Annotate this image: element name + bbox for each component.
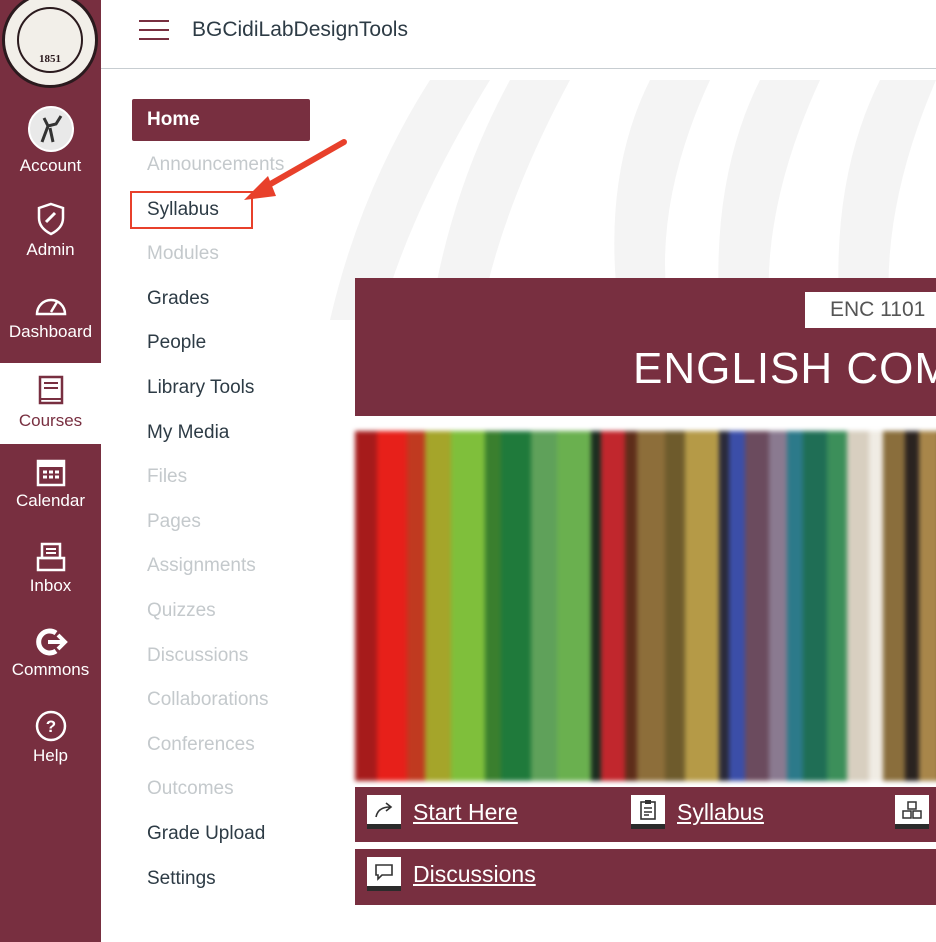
course-nav-files[interactable]: Files bbox=[132, 456, 187, 498]
nav-label: Courses bbox=[18, 411, 83, 430]
course-nav-outcomes[interactable]: Outcomes bbox=[132, 768, 234, 810]
start-here-button[interactable]: Start Here bbox=[367, 795, 518, 829]
course-title: ENGLISH COMI bbox=[633, 344, 936, 393]
shield-icon bbox=[37, 202, 64, 236]
nav-label: Admin bbox=[26, 240, 75, 259]
course-banner: ENC 1101 ENGLISH COMI bbox=[355, 278, 936, 416]
course-nav-modules[interactable]: Modules bbox=[132, 233, 219, 275]
course-nav-pages[interactable]: Pages bbox=[132, 501, 201, 543]
hamburger-menu-icon[interactable] bbox=[139, 20, 169, 40]
discussions-label: Discussions bbox=[413, 860, 536, 887]
quick-links-bar: Start Here Syllabus bbox=[355, 787, 936, 842]
nav-label: Inbox bbox=[29, 576, 72, 595]
header-bar: BGCidiLabDesignTools bbox=[101, 0, 936, 69]
course-nav-grades[interactable]: Grades bbox=[132, 278, 209, 320]
nav-label: Help bbox=[33, 746, 68, 765]
nav-account[interactable]: Account bbox=[0, 106, 101, 176]
course-nav-collaborations[interactable]: Collaborations bbox=[132, 679, 268, 721]
course-nav-conferences[interactable]: Conferences bbox=[132, 724, 255, 766]
comment-icon bbox=[367, 857, 401, 891]
course-nav-my-media[interactable]: My Media bbox=[132, 412, 229, 454]
course-nav-library-tools[interactable]: Library Tools bbox=[132, 367, 254, 409]
nav-calendar[interactable]: Calendar bbox=[0, 457, 101, 511]
modules-button[interactable] bbox=[895, 795, 929, 829]
course-nav-assignments[interactable]: Assignments bbox=[132, 545, 256, 587]
avatar-icon bbox=[27, 106, 74, 152]
syllabus-button[interactable]: Syllabus bbox=[631, 795, 764, 829]
syllabus-label: Syllabus bbox=[677, 798, 764, 825]
course-nav-discussions[interactable]: Discussions bbox=[132, 635, 248, 677]
calendar-icon bbox=[36, 459, 65, 487]
modules-icon bbox=[895, 795, 929, 829]
clipboard-icon bbox=[631, 795, 665, 829]
course-nav-people[interactable]: People bbox=[132, 322, 206, 364]
nav-dashboard[interactable]: Dashboard bbox=[0, 292, 101, 342]
course-nav-grade-upload[interactable]: Grade Upload bbox=[132, 813, 265, 855]
course-code: ENC 1101 bbox=[805, 292, 936, 328]
book-icon bbox=[38, 375, 63, 405]
breadcrumb-course[interactable]: BGCidiLabDesignTools bbox=[192, 18, 408, 42]
course-nav-quizzes[interactable]: Quizzes bbox=[132, 590, 216, 632]
start-here-label: Start Here bbox=[413, 798, 518, 825]
speedometer-icon bbox=[35, 298, 66, 316]
help-icon: ? bbox=[35, 710, 66, 742]
global-nav: 1851 Account Admin Dashboard Courses Cal… bbox=[0, 0, 101, 942]
commons-icon bbox=[35, 628, 68, 656]
inbox-icon bbox=[36, 542, 65, 572]
nav-label: Calendar bbox=[16, 491, 85, 510]
course-nav-settings[interactable]: Settings bbox=[132, 858, 216, 900]
nav-courses[interactable]: Courses bbox=[0, 363, 101, 444]
share-arrow-icon bbox=[367, 795, 401, 829]
annotation-arrow-icon bbox=[244, 139, 347, 200]
seal-icon: 1851 bbox=[2, 0, 98, 88]
discussions-bar: Discussions bbox=[355, 849, 936, 905]
nav-inbox[interactable]: Inbox bbox=[0, 542, 101, 596]
university-logo[interactable]: 1851 bbox=[0, 0, 101, 94]
books-banner-image bbox=[355, 431, 936, 781]
nav-help[interactable]: ? Help bbox=[0, 710, 101, 766]
nav-label: Account bbox=[19, 156, 82, 175]
discussions-button[interactable]: Discussions bbox=[367, 857, 536, 891]
nav-admin[interactable]: Admin bbox=[0, 202, 101, 260]
nav-label: Dashboard bbox=[8, 322, 93, 341]
svg-text:?: ? bbox=[45, 717, 55, 736]
nav-commons[interactable]: Commons bbox=[0, 628, 101, 680]
logo-year: 1851 bbox=[39, 53, 61, 65]
nav-label: Commons bbox=[11, 660, 90, 679]
